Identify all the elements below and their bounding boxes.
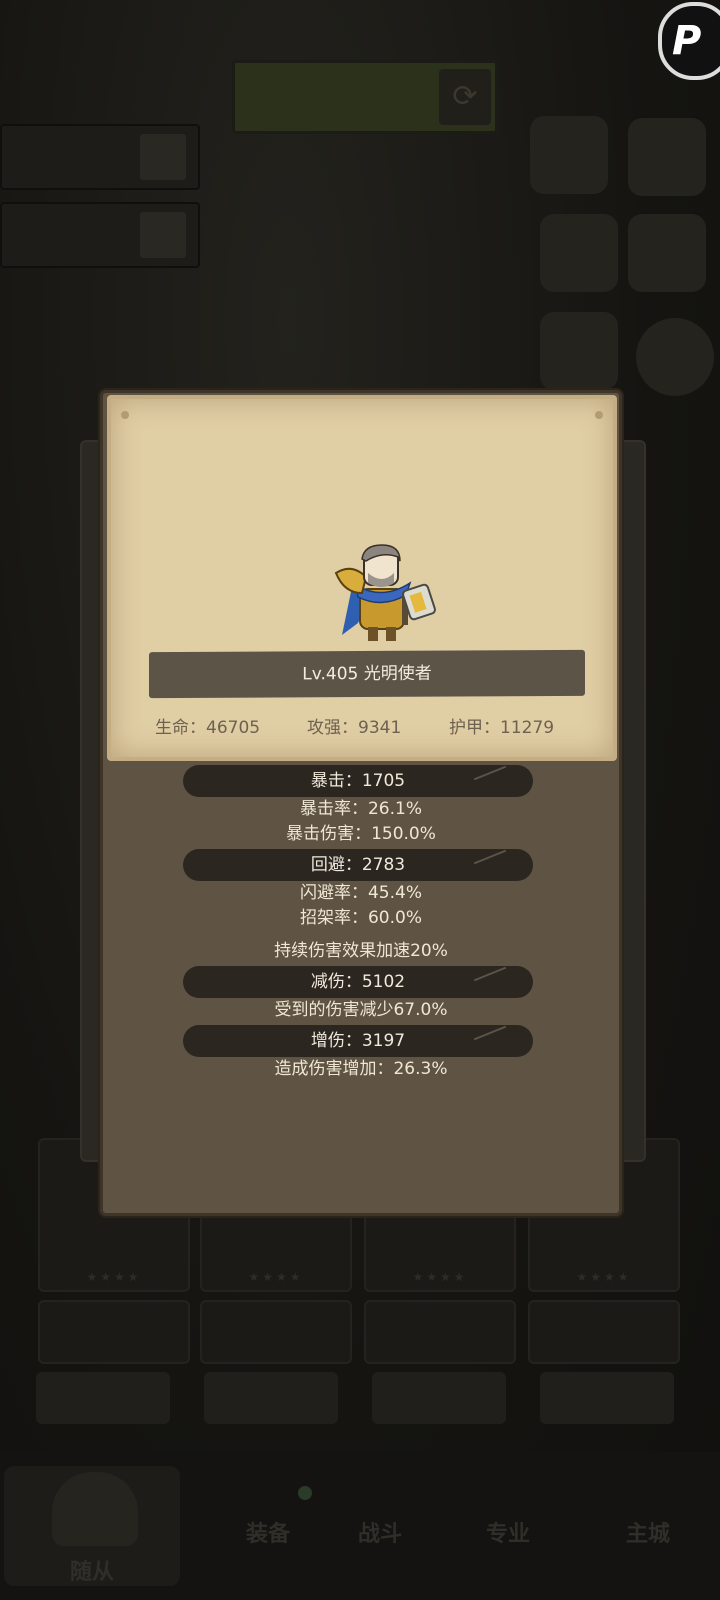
app-logo-icon[interactable]: P — [658, 2, 720, 80]
gear-icon[interactable] — [628, 118, 706, 196]
refresh-arrows-icon[interactable]: ⟳ — [439, 69, 491, 125]
stat-header-evade: 回避：2783 — [183, 849, 533, 881]
bottom-action-button[interactable] — [540, 1372, 674, 1424]
viking-helmet-icon — [52, 1472, 138, 1546]
stat-attack: 攻强：9341 — [307, 718, 402, 738]
notification-dot — [298, 1486, 312, 1500]
quest-panel-1[interactable] — [0, 124, 200, 190]
skill-slot[interactable] — [364, 1300, 516, 1364]
shop-icon[interactable] — [628, 214, 706, 292]
stat-damage-taken-reduced: 受到的伤害减少67.0% — [274, 1000, 448, 1020]
scroll-icon — [140, 134, 186, 180]
castle-icon[interactable] — [540, 214, 618, 292]
stat-crit-rate: 暴击率：26.1% — [299, 799, 422, 819]
event-icon[interactable] — [530, 116, 608, 194]
skill-slot[interactable] — [38, 1300, 190, 1364]
stat-dot-speed: 持续伤害效果加速20% — [274, 941, 448, 961]
hero-base-stats: 生命：46705 攻强：9341 护甲：11279 — [111, 707, 613, 741]
stat-parry-rate: 招架率：60.0% — [299, 908, 422, 928]
hero-name-bar: Lv.405 光明使者 — [149, 649, 585, 699]
stat-crit-damage: 暴击伤害：150.0% — [286, 824, 436, 844]
hero-name-level: Lv.405 光明使者 — [302, 663, 432, 685]
bottom-action-button[interactable] — [204, 1372, 338, 1424]
stat-header-crit: 暴击：1705 — [183, 765, 533, 797]
stat-armor: 护甲：11279 — [449, 718, 555, 738]
skill-slot[interactable] — [528, 1300, 680, 1364]
nav-tab-main-city[interactable]: 主城 — [560, 1466, 720, 1586]
bottom-nav: 随从 装备 战斗 专业 主城 — [0, 1452, 720, 1600]
stat-hp: 生命：46705 — [155, 718, 261, 738]
scroll-icon — [140, 212, 186, 258]
bottom-action-button[interactable] — [372, 1372, 506, 1424]
top-banner[interactable]: ⟳ — [232, 60, 498, 134]
stat-dodge-rate: 闪避率：45.4% — [299, 883, 422, 903]
stat-header-damage-reduction: 减伤：5102 — [183, 966, 533, 998]
nav-tab-followers[interactable]: 随从 — [4, 1466, 180, 1586]
stat-damage-dealt-increase: 造成伤害增加：26.3% — [274, 1059, 448, 1079]
armored-paladin-hero — [334, 544, 436, 641]
stat-header-damage-increase: 增伤：3197 — [183, 1025, 533, 1057]
quest-panel-2[interactable] — [0, 202, 200, 268]
skill-slot[interactable] — [200, 1300, 352, 1364]
bottom-action-button[interactable] — [36, 1372, 170, 1424]
hero-portrait-card: Lv.405 光明使者 生命：46705 攻强：9341 护甲：11279 — [107, 395, 617, 761]
hero-stats-modal: Lv.405 光明使者 生命：46705 攻强：9341 护甲：11279 暴击… — [100, 390, 622, 1216]
bag-icon[interactable] — [540, 312, 618, 390]
coin-icon[interactable] — [636, 318, 714, 396]
